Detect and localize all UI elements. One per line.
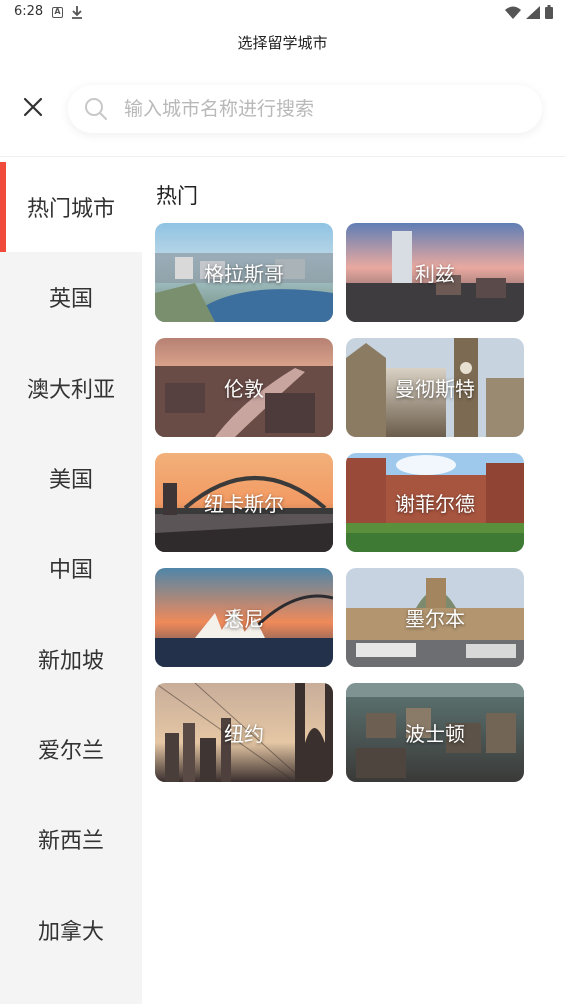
city-card-new-york[interactable]: 纽约	[155, 683, 333, 782]
country-sidebar: 热门城市 英国 澳大利亚 美国 中国 新加坡 爱尔兰 新西兰 加拿大	[0, 162, 142, 1004]
city-name: 利兹	[415, 262, 455, 286]
city-card-manchester[interactable]: 曼彻斯特	[346, 338, 524, 437]
city-name: 波士顿	[405, 722, 465, 746]
city-name: 格拉斯哥	[204, 262, 284, 286]
close-icon	[23, 97, 43, 117]
sidebar-item-uk[interactable]: 英国	[0, 252, 142, 342]
page-title: 选择留学城市	[237, 34, 328, 52]
city-card-boston[interactable]: 波士顿	[346, 683, 524, 782]
sidebar-item-china[interactable]: 中国	[0, 523, 142, 613]
city-card-sydney[interactable]: 悉尼	[155, 568, 333, 667]
search-icon	[84, 97, 108, 121]
wifi-icon	[505, 6, 521, 19]
search-input[interactable]	[124, 98, 504, 120]
city-name: 墨尔本	[405, 607, 465, 631]
city-name: 悉尼	[224, 607, 264, 631]
city-card-london[interactable]: 伦敦	[155, 338, 333, 437]
city-card-melbourne[interactable]: 墨尔本	[346, 568, 524, 667]
sidebar-item-usa[interactable]: 美国	[0, 433, 142, 523]
sidebar-item-new-zealand[interactable]: 新西兰	[0, 794, 142, 884]
sidebar-item-canada[interactable]: 加拿大	[0, 884, 142, 974]
city-card-leeds[interactable]: 利兹	[346, 223, 524, 322]
divider	[0, 156, 565, 157]
city-name: 谢菲尔德	[395, 492, 475, 516]
section-title: 热门	[156, 184, 198, 208]
sidebar-item-singapore[interactable]: 新加坡	[0, 613, 142, 703]
status-bar: 6:28 A	[0, 0, 565, 26]
signal-icon	[526, 5, 540, 19]
city-name: 纽约	[224, 722, 264, 746]
close-button[interactable]	[18, 92, 48, 122]
city-name: 伦敦	[224, 377, 264, 401]
city-card-glasgow[interactable]: 格拉斯哥	[155, 223, 333, 322]
status-time: 6:28	[14, 4, 44, 19]
battery-icon	[545, 5, 553, 19]
city-card-sheffield[interactable]: 谢菲尔德	[346, 453, 524, 552]
city-name: 纽卡斯尔	[204, 492, 284, 516]
city-name: 曼彻斯特	[395, 377, 475, 401]
search-box[interactable]	[68, 85, 542, 133]
download-icon	[72, 6, 82, 19]
notification-a-icon: A	[52, 6, 63, 18]
sidebar-item-australia[interactable]: 澳大利亚	[0, 343, 142, 433]
city-card-newcastle[interactable]: 纽卡斯尔	[155, 453, 333, 552]
sidebar-item-ireland[interactable]: 爱尔兰	[0, 704, 142, 794]
sidebar-item-hot-cities[interactable]: 热门城市	[0, 162, 142, 253]
